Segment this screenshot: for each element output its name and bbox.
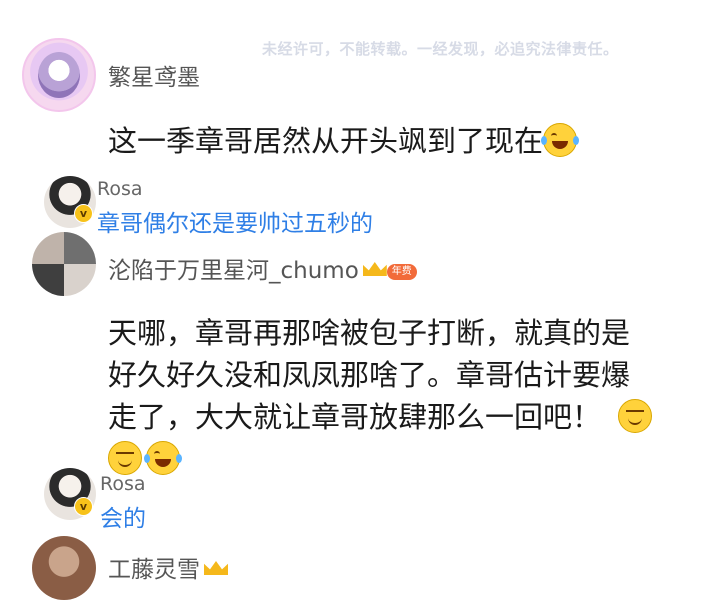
comment-line: 走了，大大就让章哥放肆那么一回吧！	[108, 400, 602, 434]
reply-author[interactable]: Rosa	[97, 178, 143, 200]
comment-text: 这一季章哥居然从开头飒到了现在	[108, 120, 580, 162]
vip-crown-icon	[362, 262, 387, 276]
reply-author[interactable]: Rosa	[100, 473, 146, 495]
avatar[interactable]	[32, 536, 96, 600]
watermark: 未经许可，不能转载。一经发现，必追究法律责任。	[262, 40, 619, 58]
comment-author[interactable]: 沦陷于万里星河_chumo	[108, 258, 359, 284]
verified-badge-icon: v	[74, 204, 93, 223]
comment-author-row: 工藤灵雪	[108, 550, 228, 584]
laughing-tears-emoji-icon	[144, 441, 182, 475]
avatar[interactable]	[22, 38, 96, 112]
comment-author[interactable]: 繁星鸢墨	[108, 58, 200, 92]
comment-author[interactable]: 工藤灵雪	[108, 557, 200, 583]
reply-text[interactable]: 章哥偶尔还是要帅过五秒的	[97, 204, 373, 238]
comment-line: 好久好久没和凤凤那啥了。章哥估计要爆	[108, 358, 631, 392]
verified-badge-icon: v	[74, 497, 93, 516]
vip-badge: 年费	[386, 264, 417, 280]
comment-line: 天哪，章哥再那啥被包子打断，就真的是	[108, 316, 631, 350]
comment-body: 这一季章哥居然从开头飒到了现在	[108, 124, 544, 158]
vip-crown-icon	[204, 561, 228, 575]
smiling-emoji-icon	[108, 441, 142, 475]
comment-author-row: 沦陷于万里星河_chumo 年费	[108, 251, 417, 285]
emoji-row	[108, 438, 708, 480]
laughing-tears-emoji-icon	[541, 123, 580, 157]
smiling-emoji-icon	[618, 399, 653, 433]
avatar[interactable]	[32, 232, 96, 296]
comment-line-with-emoji: 走了，大大就让章哥放肆那么一回吧！	[108, 396, 708, 438]
comment-text: 天哪，章哥再那啥被包子打断，就真的是 好久好久没和凤凤那啥了。章哥估计要爆 走了…	[108, 312, 708, 480]
reply-text[interactable]: 会的	[100, 499, 146, 533]
